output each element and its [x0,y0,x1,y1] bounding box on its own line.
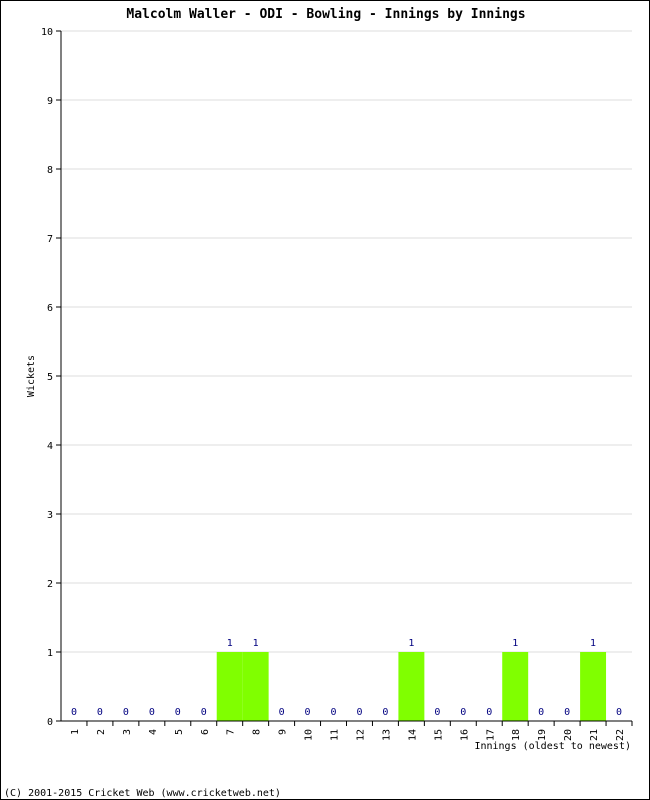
bar [580,652,607,721]
bar [502,652,529,721]
y-tick-label: 3 [47,510,53,521]
y-tick-label: 9 [47,96,53,107]
data-label: 0 [123,707,129,718]
y-tick-label: 6 [47,303,53,314]
x-tick-labels: 1 2 3 4 5 6 7 8 9 10 11 12 13 14 15 16 17 18 19 20 21 22 [70,729,626,741]
y-tick-label: 1 [47,648,53,659]
y-tick-label: 5 [47,372,53,383]
bar [216,652,243,721]
x-tick-label: 1 [70,729,81,735]
data-label: 0 [331,707,337,718]
y-tick-labels: 0 1 2 3 4 5 6 7 8 9 10 [41,27,53,728]
x-tick-label: 19 [537,729,548,741]
data-label: 0 [382,707,388,718]
data-label: 0 [486,707,492,718]
y-tick-label: 7 [47,234,53,245]
data-label: 0 [356,707,362,718]
data-label: 1 [408,638,414,649]
x-tick-label: 22 [615,729,626,741]
data-label: 1 [227,638,233,649]
data-label: 0 [279,707,285,718]
x-tick-label: 5 [174,729,185,735]
axes [56,30,633,726]
data-label: 0 [175,707,181,718]
x-tick-label: 6 [200,729,211,735]
y-tick-label: 4 [47,441,53,452]
x-tick-label: 3 [122,729,133,735]
y-axis-label: Wickets [26,355,37,397]
x-axis-label: Innings (oldest to newest) [474,741,631,752]
chart-title: Malcolm Waller - ODI - Bowling - Innings… [126,7,525,22]
x-tick-label: 2 [96,729,107,735]
data-labels: 0 0 0 0 0 0 1 1 0 0 0 0 0 1 0 0 0 1 0 0 1 0 [71,638,622,718]
y-tick-label: 2 [47,579,53,590]
x-tick-label: 13 [381,729,392,741]
data-label: 0 [149,707,155,718]
y-tick-label: 10 [41,27,53,38]
bars [216,652,607,721]
x-tick-label: 18 [511,729,522,741]
x-tick-label: 16 [459,729,470,741]
x-tick-label: 14 [407,729,418,741]
data-label: 0 [616,707,622,718]
chart-frame: Malcolm Waller - ODI - Bowling - Innings… [0,0,650,800]
copyright-footer: (C) 2001-2015 Cricket Web (www.cricketwe… [4,788,281,799]
bar [398,652,425,721]
x-tick-label: 4 [148,729,159,735]
x-tick-label: 17 [485,729,496,741]
data-label: 0 [538,707,544,718]
data-label: 0 [434,707,440,718]
data-label: 0 [305,707,311,718]
data-label: 1 [253,638,259,649]
x-tick-label: 8 [252,729,263,735]
data-label: 0 [97,707,103,718]
y-tick-label: 0 [47,717,53,728]
bowling-chart: Malcolm Waller - ODI - Bowling - Innings… [4,7,633,799]
x-tick-label: 7 [226,729,237,735]
grid-lines [61,30,632,653]
x-tick-label: 20 [563,729,574,741]
y-tick-label: 8 [47,165,53,176]
data-label: 0 [564,707,570,718]
x-tick-label: 11 [330,729,341,741]
data-label: 0 [201,707,207,718]
x-tick-label: 10 [304,729,315,741]
bar [242,652,269,721]
data-label: 0 [460,707,466,718]
x-tick-label: 12 [355,729,366,741]
x-tick-label: 21 [589,729,600,741]
x-tick-label: 9 [278,729,289,735]
data-label: 0 [71,707,77,718]
data-label: 1 [512,638,518,649]
data-label: 1 [590,638,596,649]
x-tick-label: 15 [433,729,444,741]
